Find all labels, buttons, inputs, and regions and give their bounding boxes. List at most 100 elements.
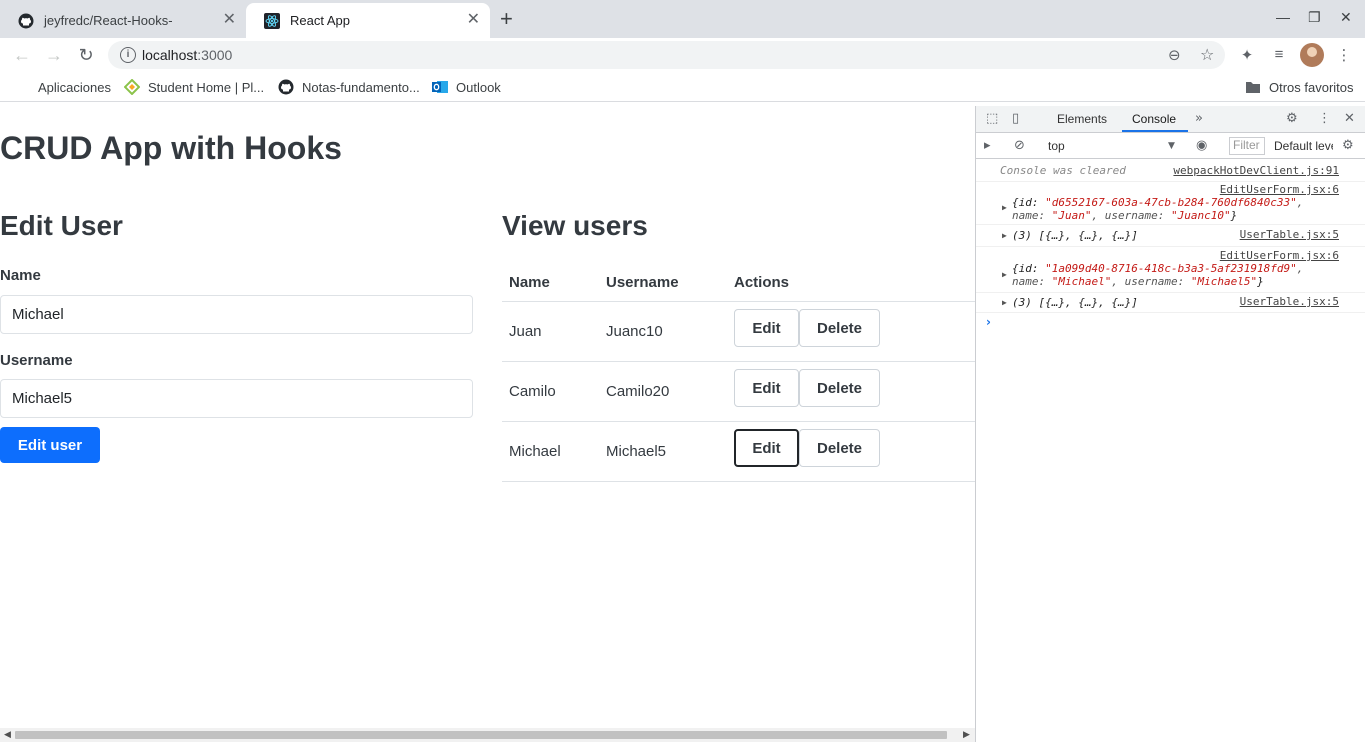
- console-log-entry: ▶ (3) [{…}, {…}, {…}] UserTable.jsx:5: [976, 225, 1365, 247]
- scroll-right-arrow-icon[interactable]: ▶: [963, 729, 970, 740]
- device-toolbar-icon[interactable]: ▯: [1012, 111, 1019, 126]
- active-tab-indicator: [1122, 130, 1188, 132]
- delete-user-button[interactable]: Delete: [799, 369, 880, 407]
- console-prompt-icon[interactable]: ›: [986, 315, 991, 329]
- console-source-link[interactable]: webpackHotDevClient.js:91: [1173, 164, 1339, 177]
- delete-user-button[interactable]: Delete: [799, 309, 880, 347]
- console-log-entry: ▶ (3) [{…}, {…}, {…}] UserTable.jsx:5: [976, 293, 1365, 313]
- github-icon: [278, 79, 294, 95]
- context-selector[interactable]: top: [1048, 139, 1065, 153]
- bookmark-other-favorites[interactable]: Otros favoritos: [1245, 79, 1354, 95]
- live-expression-eye-icon[interactable]: ◉: [1196, 138, 1207, 153]
- table-row-divider: [502, 361, 975, 362]
- name-label: Name: [0, 267, 41, 284]
- horizontal-scrollbar[interactable]: ◀ ▶: [0, 728, 975, 742]
- minimize-icon[interactable]: —: [1276, 9, 1290, 25]
- reload-button[interactable]: ↻: [74, 43, 98, 67]
- console-source-link[interactable]: UserTable.jsx:5: [1240, 295, 1339, 308]
- console-object[interactable]: {id: "1a099d40-8716-418c-b3a3-5af231918f…: [1012, 262, 1342, 288]
- devtools-tabbar: ⬚ ▯ Elements Console » ⚙ ⋮ ✕: [976, 106, 1365, 133]
- table-cell-name: Michael: [509, 443, 561, 460]
- bookmark-label: Student Home | Pl...: [148, 79, 265, 95]
- chevron-down-icon[interactable]: ▼: [1168, 141, 1175, 151]
- table-row-divider: [502, 481, 975, 482]
- browser-tab-react-app[interactable]: React App ✕: [246, 3, 490, 38]
- console-log-entry: EditUserForm.jsx:6 ▶ {id: "d6552167-603a…: [976, 182, 1365, 225]
- scroll-left-arrow-icon[interactable]: ◀: [4, 729, 11, 740]
- bookmark-aplicaciones[interactable]: Aplicaciones: [14, 79, 111, 95]
- inspect-element-icon[interactable]: ⬚: [986, 111, 998, 126]
- edit-user-submit-button[interactable]: Edit user: [0, 427, 100, 463]
- browser-menu-icon[interactable]: ⋮: [1335, 46, 1353, 64]
- github-icon: [18, 13, 34, 29]
- expand-arrow-icon[interactable]: ▶: [1002, 231, 1007, 240]
- console-source-link[interactable]: EditUserForm.jsx:6: [1220, 249, 1339, 262]
- console-message: Console was cleared webpackHotDevClient.…: [976, 159, 1365, 182]
- new-tab-button[interactable]: +: [500, 8, 513, 30]
- table-row-divider: [502, 421, 975, 422]
- bookmark-outlook[interactable]: Outlook: [432, 79, 501, 95]
- outlook-icon: [432, 79, 448, 95]
- devtools-tab-elements[interactable]: Elements: [1057, 112, 1107, 126]
- expand-arrow-icon[interactable]: ▶: [1002, 298, 1007, 307]
- expand-arrow-icon[interactable]: ▶: [1002, 270, 1007, 279]
- edit-user-button[interactable]: Edit: [734, 429, 799, 467]
- forward-button[interactable]: →: [42, 43, 66, 67]
- clear-console-icon[interactable]: ⊘: [1014, 138, 1025, 153]
- bookmark-student-home[interactable]: Student Home | Pl...: [123, 78, 265, 96]
- browser-tab-strip: jeyfredc/React-Hooks- ✕ React App ✕ + — …: [0, 0, 1365, 38]
- apps-grid-icon: [14, 79, 30, 95]
- bookmarks-bar: Aplicaciones Student Home | Pl... Notas-…: [0, 72, 1365, 102]
- console-filter-input[interactable]: Filter: [1229, 137, 1265, 155]
- edit-user-button[interactable]: Edit: [734, 369, 799, 407]
- zoom-icon[interactable]: ⊖: [1168, 46, 1181, 64]
- page-content: CRUD App with Hooks Edit User Name Micha…: [0, 106, 975, 742]
- profile-avatar[interactable]: [1300, 43, 1324, 67]
- browser-tab-github[interactable]: jeyfredc/React-Hooks- ✕: [0, 3, 246, 38]
- url-text: localhost:3000: [142, 47, 233, 63]
- edit-user-heading: Edit User: [0, 210, 123, 241]
- bookmark-notas[interactable]: Notas-fundamento...: [278, 79, 420, 95]
- close-tab-icon[interactable]: ✕: [467, 12, 480, 28]
- username-input[interactable]: Michael5: [0, 379, 473, 418]
- table-cell-username: Juanc10: [606, 323, 663, 340]
- console-source-link[interactable]: EditUserForm.jsx:6: [1220, 183, 1339, 196]
- edit-user-button[interactable]: Edit: [734, 309, 799, 347]
- view-users-heading: View users: [502, 210, 648, 241]
- tab-title: React App: [290, 13, 350, 28]
- media-controls-icon[interactable]: ≡: [1270, 46, 1288, 64]
- console-object[interactable]: {id: "d6552167-603a-47cb-b284-760df6840c…: [1012, 196, 1342, 222]
- delete-user-button[interactable]: Delete: [799, 429, 880, 467]
- back-button[interactable]: ←: [10, 43, 34, 67]
- settings-icon[interactable]: ⚙: [1286, 111, 1298, 126]
- console-settings-icon[interactable]: ⚙: [1342, 138, 1354, 153]
- bookmark-label: Notas-fundamento...: [302, 79, 420, 95]
- expand-arrow-icon[interactable]: ▶: [1002, 203, 1007, 212]
- table-header-divider: [502, 301, 975, 302]
- console-sidebar-icon[interactable]: ▸: [984, 138, 991, 153]
- log-levels-clip: Default levels: [1274, 133, 1333, 159]
- close-devtools-icon[interactable]: ✕: [1344, 111, 1355, 126]
- more-tabs-icon[interactable]: »: [1195, 111, 1203, 126]
- tab-title: jeyfredc/React-Hooks-: [44, 13, 173, 28]
- devtools-tab-console[interactable]: Console: [1132, 112, 1176, 126]
- devtools-panel: ⬚ ▯ Elements Console » ⚙ ⋮ ✕ ▸ ⊘ top ▼ ◉…: [975, 106, 1365, 742]
- column-header-name: Name: [509, 274, 550, 291]
- console-log-entry: EditUserForm.jsx:6 ▶ {id: "1a099d40-8716…: [976, 247, 1365, 293]
- console-source-link[interactable]: UserTable.jsx:5: [1240, 228, 1339, 241]
- browser-toolbar: ← → ↻ i localhost:3000 ⊖ ☆ ✦ ≡ ⋮: [0, 38, 1365, 72]
- name-input[interactable]: Michael: [0, 295, 473, 334]
- console-toolbar: ▸ ⊘ top ▼ ◉ Filter Default levels ⚙: [976, 133, 1365, 159]
- more-options-icon[interactable]: ⋮: [1318, 111, 1331, 126]
- scrollbar-thumb[interactable]: [15, 731, 947, 739]
- close-tab-icon[interactable]: ✕: [223, 12, 236, 28]
- site-info-icon[interactable]: i: [120, 47, 136, 63]
- bookmark-star-icon[interactable]: ☆: [1200, 45, 1214, 65]
- table-cell-name: Camilo: [509, 383, 556, 400]
- close-window-icon[interactable]: ✕: [1340, 9, 1352, 26]
- address-bar[interactable]: i localhost:3000 ⊖ ☆: [108, 41, 1225, 69]
- app-title: CRUD App with Hooks: [0, 130, 342, 166]
- maximize-icon[interactable]: ❐: [1308, 9, 1321, 26]
- log-levels-dropdown[interactable]: Default levels: [1274, 139, 1333, 153]
- extensions-icon[interactable]: ✦: [1238, 46, 1256, 64]
